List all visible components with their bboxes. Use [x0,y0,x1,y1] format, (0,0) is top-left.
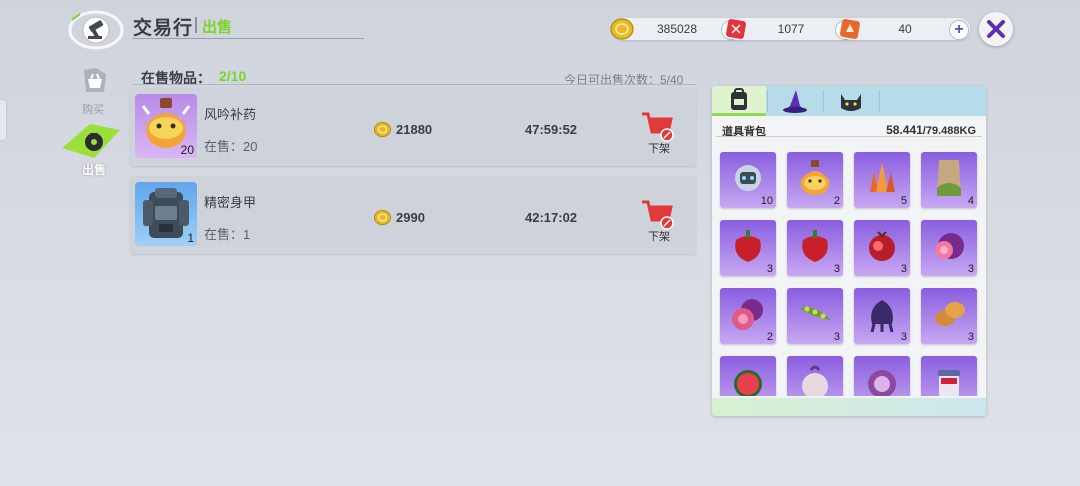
title-divider [195,17,197,33]
listing-row[interactable]: 1 精密身甲 在售：1 2990 42:17:02 下架 [130,176,696,254]
red-pepper-icon [735,230,761,262]
pomegranate-icon [869,231,895,261]
backpack-slot[interactable]: 2 [720,288,776,344]
backpack-divider [716,136,982,137]
time-remaining: 47:59:52 [525,122,578,137]
gold-amount: 385028 [656,22,698,36]
bark-plank-icon [937,160,961,196]
item-stock: 在售：1 [204,227,251,242]
item-price: 2990 [396,210,425,225]
backpack-slot[interactable] [854,356,910,396]
nav-sell-tab[interactable]: 出售 [82,161,106,178]
item-name: 风吟补药 [204,107,257,122]
close-button[interactable] [979,12,1013,46]
onion-icon [802,365,828,396]
listing-row[interactable]: 20 风吟补药 在售：20 21880 47:59:52 下架 [130,88,696,166]
backpack-weight: 58.441/79.488KG [886,123,976,137]
backpack-slot[interactable]: 3 [787,220,843,276]
cut-fruit-icon [732,299,763,330]
gold-coin-icon [610,18,634,40]
jam-jar-icon [938,370,960,396]
backpack-slot[interactable] [787,356,843,396]
tab-outfits[interactable] [768,86,822,116]
backpack-slot[interactable]: 3 [921,220,977,276]
cat-icon [841,94,861,111]
wizard-hat-icon [783,90,807,113]
basket-icon[interactable] [80,66,110,96]
add-orange-ticket-button[interactable]: + [949,20,969,40]
backpack-slot[interactable] [921,356,977,396]
tab-divider [879,90,880,112]
backpack-slot[interactable]: 3 [787,288,843,344]
backpack-slot[interactable]: 3 [921,288,977,344]
backpack-grid: 10 2 5 4 3 3 3 3 2 3 3 3 [716,138,982,396]
backpack-slot[interactable]: 5 [854,152,910,208]
header-underline [132,38,364,39]
page-subtitle: 出售 [202,19,233,36]
item-name: 精密身甲 [204,195,257,210]
item-price: 21880 [396,122,433,137]
backpack-slot[interactable]: 4 [921,152,977,208]
item-stock: 在售：20 [204,139,258,154]
robot-crystal-icon [735,165,761,191]
listing-divider [132,84,696,85]
backpack-footer [712,398,986,416]
pea-pod-icon [799,306,831,320]
watermelon-icon [734,370,762,396]
orange-ticket-icon [840,19,860,39]
item-quantity: 1 [187,231,194,245]
orange-ticket-amount: 40 [898,22,912,36]
tab-items[interactable] [712,86,766,116]
cabbage-icon [868,370,896,396]
money-bag-icon[interactable] [60,120,122,160]
item-quantity: 20 [180,143,194,157]
potion-bottle-icon [800,160,830,195]
side-drawer-handle[interactable] [0,100,6,140]
crystal-cluster-icon [870,162,895,192]
unlist-button[interactable]: 下架 [648,140,670,156]
on-sale-label: 在售物品： [141,70,211,86]
gold-coin-icon [374,122,391,137]
backpack-slot[interactable]: 3 [854,220,910,276]
red-ticket-icon [726,19,746,39]
time-remaining: 42:17:02 [525,210,578,225]
backpack-panel: 道具背包 58.441/79.488KG 10 2 5 4 3 3 3 3 2 … [712,86,986,416]
purple-squid-icon [870,300,894,333]
tab-pets[interactable] [824,86,878,116]
item-thumbnail: 20 [135,94,197,158]
backpack-slot[interactable]: 2 [787,152,843,208]
on-sale-count: 2/10 [219,68,247,84]
backpack-tabs [712,86,986,116]
item-thumbnail: 1 [135,182,197,246]
backpack-slot[interactable]: 3 [720,220,776,276]
gold-coin-icon [374,210,391,225]
backpack-icon [731,88,747,110]
currency-orange-ticket: 40 + [840,18,970,40]
peanut-icon [935,302,965,326]
unlist-button[interactable]: 下架 [648,228,670,244]
red-ticket-amount: 1077 [777,22,805,36]
trade-logo-icon [68,10,124,50]
nav-buy-tab[interactable]: 购买 [82,101,104,117]
backpack-slot[interactable]: 3 [854,288,910,344]
purple-fruit-icon [935,233,964,259]
red-pepper-icon [802,230,828,262]
currency-gold: 385028 + [610,18,742,40]
page-title: 交易行 [133,18,194,39]
backpack-slot[interactable]: 10 [720,152,776,208]
close-icon [987,20,1005,38]
backpack-slot[interactable] [720,356,776,396]
daily-sell-limit: 今日可出售次数：5/40 [564,73,684,87]
currency-red-ticket: 1077 + [726,18,856,40]
